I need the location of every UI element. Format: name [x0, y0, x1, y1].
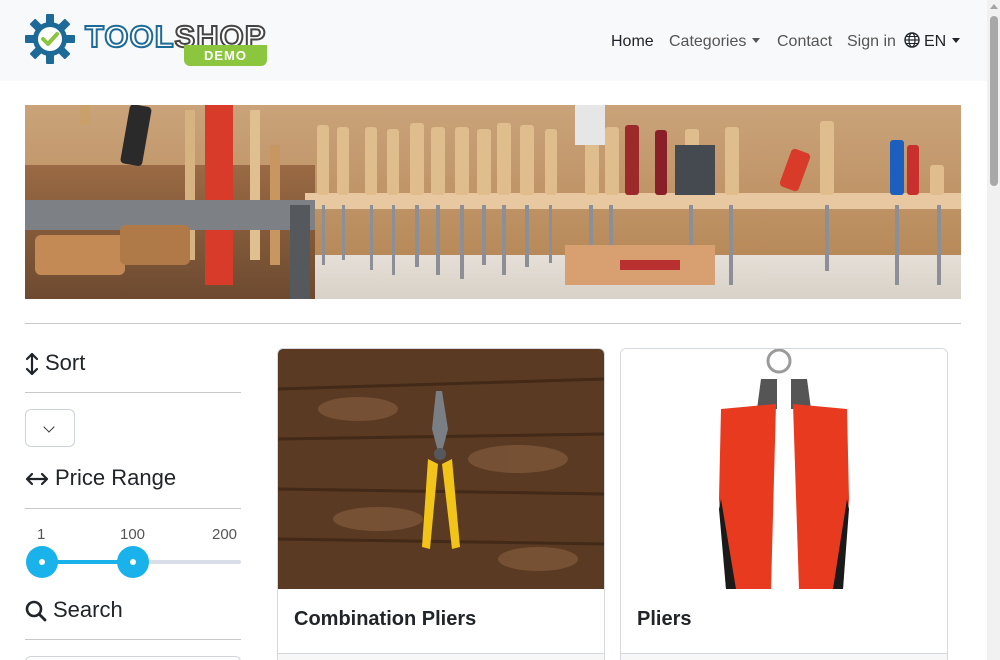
product-card[interactable]: Combination Pliers — [277, 348, 605, 660]
caret-down-icon — [752, 38, 761, 44]
price-range-heading: Price Range — [25, 464, 176, 492]
product-image-pliers — [621, 349, 947, 589]
horizontal-arrows-icon — [25, 473, 49, 486]
banner-tools-illustration — [25, 105, 944, 299]
nav-categories-dropdown[interactable]: Categories — [669, 31, 761, 53]
product-image-combination-pliers — [278, 349, 604, 589]
nav-home-link[interactable]: Home — [611, 31, 654, 53]
globe-icon — [904, 32, 920, 48]
search-divider — [25, 639, 241, 640]
page-scrollbar[interactable] — [987, 0, 1000, 660]
language-dropdown[interactable]: EN — [904, 31, 961, 53]
nav-categories-label: Categories — [669, 33, 747, 50]
price-range-heading-label: Price Range — [55, 465, 177, 490]
search-heading-label: Search — [53, 597, 123, 622]
product-title[interactable]: Pliers — [637, 607, 691, 631]
brand-demo-tag: DEMO — [184, 45, 267, 66]
product-card-footer — [278, 653, 604, 660]
sort-heading-label: Sort — [45, 350, 86, 375]
language-label: EN — [924, 33, 947, 50]
gear-check-icon — [25, 14, 75, 64]
sort-divider — [25, 392, 241, 393]
sort-select[interactable] — [25, 409, 75, 447]
price-max-label: 200 — [212, 526, 238, 543]
price-current-label: 100 — [120, 526, 146, 543]
hero-banner-image — [25, 105, 961, 299]
price-range-divider — [25, 508, 241, 509]
product-title[interactable]: Combination Pliers — [294, 607, 476, 631]
scroll-up-arrow-icon[interactable] — [990, 4, 998, 9]
price-slider-min-handle[interactable] — [26, 546, 58, 578]
toolshop-logo[interactable]: TOOLSHOP DEMO — [24, 12, 274, 68]
nav-sign-in-link[interactable]: Sign in — [847, 31, 896, 53]
brand-name-part1: TOOL — [84, 19, 175, 55]
chevron-down-icon — [43, 421, 55, 433]
scrollbar-thumb[interactable] — [990, 16, 998, 186]
caret-down-icon — [952, 38, 961, 44]
nav-contact-link[interactable]: Contact — [777, 31, 832, 53]
search-heading: Search — [25, 596, 123, 624]
product-card-footer — [621, 653, 947, 660]
sort-heading: Sort — [25, 349, 85, 377]
search-icon — [25, 600, 47, 622]
price-min-label: 1 — [37, 526, 46, 543]
price-slider-max-handle[interactable] — [117, 546, 149, 578]
search-input[interactable] — [25, 656, 241, 660]
product-card[interactable]: Pliers — [620, 348, 948, 660]
sort-arrows-icon — [25, 353, 39, 376]
navbar: TOOLSHOP DEMO Home Categories Contact Si… — [0, 0, 987, 81]
content-divider — [25, 323, 961, 324]
